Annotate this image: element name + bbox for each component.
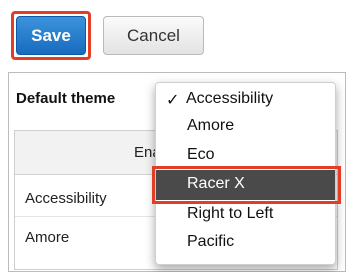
checkmark-icon: ✓ bbox=[166, 92, 180, 109]
dropdown-item-right-to-left[interactable]: Right to Left bbox=[187, 205, 273, 223]
default-theme-label: Default theme bbox=[16, 90, 116, 107]
dropdown-item-eco[interactable]: Eco bbox=[187, 146, 215, 164]
dropdown-item-pacific[interactable]: Pacific bbox=[187, 233, 234, 251]
racer-x-highlight-frame bbox=[152, 166, 341, 204]
dropdown-item-amore[interactable]: Amore bbox=[187, 117, 234, 135]
save-button[interactable]: Save bbox=[16, 16, 86, 55]
table-row: Amore bbox=[25, 229, 70, 246]
dropdown-item-accessibility[interactable]: Accessibility bbox=[186, 90, 273, 108]
cancel-button[interactable]: Cancel bbox=[103, 16, 204, 55]
table-row: Accessibility bbox=[25, 190, 107, 207]
